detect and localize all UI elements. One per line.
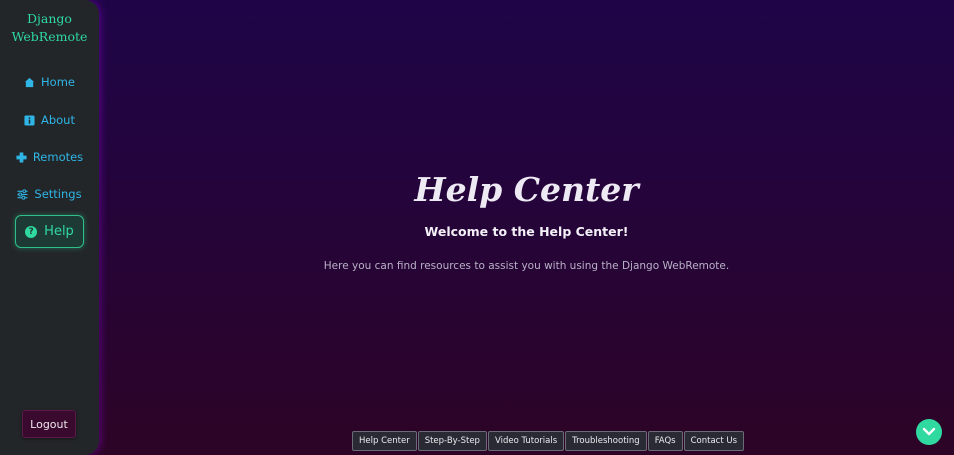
sliders-icon bbox=[17, 188, 28, 200]
brand-line-2: WebRemote bbox=[11, 29, 88, 44]
sidebar-item-about[interactable]: About bbox=[0, 109, 99, 131]
help-tabs: Help Center Step-By-Step Video Tutorials… bbox=[352, 431, 745, 451]
chevron-down-icon bbox=[922, 427, 936, 436]
tab-video-tutorials[interactable]: Video Tutorials bbox=[487, 431, 565, 451]
sidebar-item-label: Settings bbox=[34, 187, 82, 201]
brand-logo[interactable]: Django WebRemote bbox=[0, 10, 99, 46]
sidebar-item-label: Remotes bbox=[32, 150, 84, 164]
sidebar-item-settings[interactable]: Settings bbox=[0, 183, 99, 205]
logout-button[interactable]: Logout bbox=[22, 410, 76, 438]
page-subtitle: Welcome to the Help Center! bbox=[424, 224, 629, 239]
sidebar-item-label: Help bbox=[44, 224, 74, 239]
page-description: Here you can find resources to assist yo… bbox=[323, 260, 730, 272]
gamepad-icon bbox=[16, 151, 27, 163]
question-circle-icon: ? bbox=[25, 225, 38, 238]
sidebar-item-home[interactable]: Home bbox=[0, 71, 99, 93]
tab-troubleshooting[interactable]: Troubleshooting bbox=[565, 431, 647, 451]
sidebar-item-remotes[interactable]: Remotes bbox=[0, 146, 99, 168]
sidebar-item-label: About bbox=[40, 113, 75, 127]
tab-step-by-step[interactable]: Step-By-Step bbox=[417, 431, 487, 451]
tab-help-center[interactable]: Help Center bbox=[352, 431, 417, 451]
sidebar-item-label: Home bbox=[41, 75, 75, 89]
sidebar-item-help[interactable]: ? Help bbox=[15, 215, 84, 248]
sidebar: Django WebRemote Home About Remotes Sett… bbox=[0, 0, 99, 455]
brand-line-1: Django bbox=[27, 11, 72, 26]
tab-contact-us[interactable]: Contact Us bbox=[683, 431, 745, 451]
page-title: Help Center bbox=[414, 170, 639, 209]
home-icon bbox=[24, 77, 35, 87]
tab-faqs[interactable]: FAQs bbox=[647, 431, 683, 451]
scroll-down-button[interactable] bbox=[916, 419, 942, 445]
info-icon bbox=[24, 114, 35, 126]
